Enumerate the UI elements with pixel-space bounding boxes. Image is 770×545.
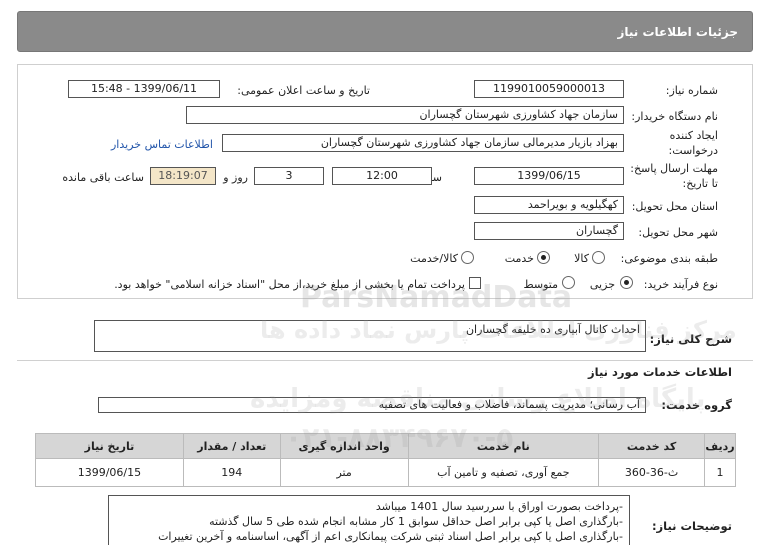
- buyer-contact-link[interactable]: اطلاعات تماس خریدار: [111, 138, 213, 151]
- city-label: شهر محل تحویل:: [638, 226, 718, 239]
- deadline-time-field: 12:00: [332, 167, 432, 185]
- process-option-partial: جزیی: [589, 278, 615, 291]
- notes-line: -بارگذاری اصل یا کپی برابر اصل حداقل سوا…: [209, 515, 623, 528]
- remaining-timer: 18:19:07: [150, 167, 216, 185]
- summary-field: احداث کانال آبیاری ده خلیفه گچساران: [94, 320, 646, 352]
- cell-unit: متر: [279, 458, 409, 487]
- deadline-date-field: 1399/06/15: [474, 167, 624, 185]
- province-field: کهگیلویه و بویراحمد: [474, 196, 624, 214]
- summary-label: شرح کلی نیاز:: [649, 332, 732, 346]
- creator-label: ایجاد کننده: [669, 129, 718, 142]
- service-group-label: گروه خدمت:: [661, 398, 732, 412]
- remaining-label: ساعت باقی مانده: [62, 171, 144, 184]
- need-number-label: شماره نیاز:: [665, 84, 718, 97]
- category-option-goods: کالا: [574, 252, 589, 265]
- table-row: 1 ث-36-360 جمع آوری، تصفیه و تامین آب مت…: [35, 458, 736, 487]
- cell-qty: 194: [182, 458, 281, 487]
- need-number-field: 1199010059000013: [474, 80, 624, 98]
- category-radio-goods-service[interactable]: [461, 251, 474, 264]
- deadline-label: مهلت ارسال پاسخ:: [630, 162, 718, 175]
- province-label: استان محل تحویل:: [631, 200, 718, 213]
- col-date-header: تاریخ نیاز: [35, 433, 184, 459]
- cell-date: 1399/06/15: [35, 458, 184, 487]
- creator-field: بهزاد بازیار مدیرمالی سازمان جهاد کشاورز…: [222, 134, 624, 152]
- services-section-title: اطلاعات خدمات مورد نیاز: [588, 365, 732, 379]
- creator-label-2: درخواست:: [668, 144, 718, 157]
- services-table: ردیف کد خدمت نام خدمت واحد اندازه گیری ت…: [35, 433, 736, 487]
- category-label: طبقه بندی موضوعی:: [620, 252, 718, 265]
- deadline-label-2: تا تاریخ:: [682, 177, 718, 190]
- cell-row: 1: [704, 458, 736, 487]
- page-title: جزئیات اطلاعات نیاز: [617, 25, 738, 39]
- days-label: روز و: [223, 171, 248, 184]
- city-field: گچساران: [474, 222, 624, 240]
- service-group-field: آب رسانی؛ مدیریت پسماند، فاضلاب و فعالیت…: [98, 397, 646, 413]
- table-header-row: ردیف کد خدمت نام خدمت واحد اندازه گیری ت…: [35, 433, 736, 459]
- buyer-org-field: سازمان جهاد کشاورزی شهرستان گچساران: [186, 106, 624, 124]
- category-option-goods-service: کالا/خدمت: [410, 252, 458, 265]
- divider: [17, 360, 753, 361]
- buyer-org-label: نام دستگاه خریدار:: [631, 110, 718, 123]
- col-row-header: ردیف: [704, 433, 736, 459]
- notes-label: توضیحات نیاز:: [651, 519, 732, 533]
- announce-field: 1399/06/11 - 15:48: [68, 80, 220, 98]
- category-radio-goods[interactable]: [592, 251, 605, 264]
- col-unit-header: واحد اندازه گیری: [279, 433, 409, 459]
- category-option-service: خدمت: [504, 252, 534, 265]
- announce-label: تاریخ و ساعت اعلان عمومی:: [237, 84, 370, 97]
- process-option-medium: متوسط: [523, 278, 558, 291]
- col-code-header: کد خدمت: [598, 433, 706, 459]
- cell-code: ث-36-360: [598, 458, 706, 487]
- cell-name: جمع آوری، تصفیه و تامین آب: [407, 458, 600, 487]
- treasury-payment-checkbox[interactable]: [469, 277, 481, 289]
- treasury-payment-note: پرداخت تمام یا بخشی از مبلغ خرید،از محل …: [114, 278, 465, 291]
- col-qty-header: تعداد / مقدار: [182, 433, 281, 459]
- process-label: نوع فرآیند خرید:: [643, 278, 718, 291]
- notes-field: -پرداخت بصورت اوراق با سررسید سال 1401 م…: [108, 495, 630, 545]
- days-remaining-field: 3: [254, 167, 324, 185]
- process-radio-partial[interactable]: [620, 276, 633, 289]
- process-radio-medium[interactable]: [562, 276, 575, 289]
- page-header: جزئیات اطلاعات نیاز: [17, 11, 753, 52]
- col-name-header: نام خدمت: [407, 433, 600, 459]
- notes-line: -بارگذاری اصل یا کپی برابر اصل اسناد ثبت…: [158, 530, 623, 543]
- category-radio-service[interactable]: [537, 251, 550, 264]
- notes-line: -پرداخت بصورت اوراق با سررسید سال 1401 م…: [375, 500, 623, 513]
